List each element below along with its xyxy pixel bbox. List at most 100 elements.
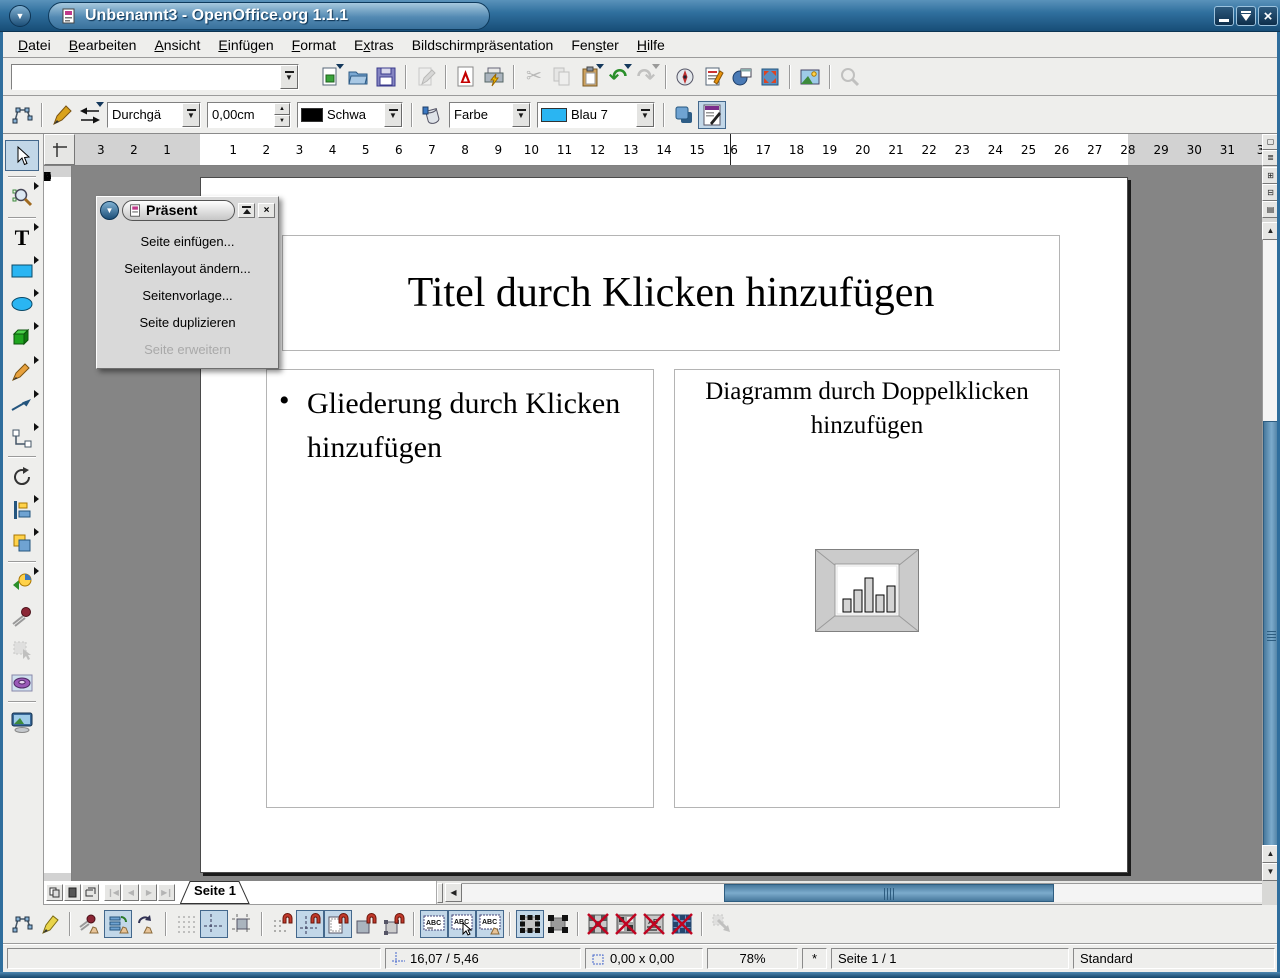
line-dialog-button[interactable] xyxy=(48,101,76,129)
modify-object-with-attributes-toggle[interactable] xyxy=(516,910,544,938)
page-mode-button[interactable] xyxy=(46,884,63,901)
line-color-dropdown[interactable]: ▼ xyxy=(384,103,402,127)
connector-tool[interactable] xyxy=(5,422,39,453)
diagram-placeholder[interactable]: Diagramm durch Doppelklicken hinzufügen xyxy=(674,369,1060,808)
print-button[interactable] xyxy=(480,63,508,91)
show-snap-lines-toggle[interactable] xyxy=(200,910,228,938)
rotation-mode-button[interactable] xyxy=(132,910,160,938)
glue-points-toggle[interactable] xyxy=(36,910,64,938)
horizontal-scrollbar-track[interactable] xyxy=(462,883,1266,902)
arrow-style-button[interactable] xyxy=(76,101,104,129)
palette-close-button[interactable]: × xyxy=(258,203,275,218)
horizontal-scrollbar-thumb[interactable] xyxy=(724,884,1054,902)
insert-tool[interactable] xyxy=(5,566,39,597)
menu-item[interactable]: Format xyxy=(283,34,345,56)
ellipse-tool[interactable] xyxy=(5,288,39,319)
picture-placeholder-toggle[interactable] xyxy=(584,910,612,938)
window-menu-button[interactable]: ▼ xyxy=(9,5,31,27)
menu-item[interactable]: Ansicht xyxy=(145,34,209,56)
zoom-window-button[interactable] xyxy=(756,63,784,91)
exit-all-groups-button[interactable] xyxy=(708,910,736,938)
area-dialog-button[interactable] xyxy=(418,101,446,129)
palette-rollup-button[interactable] xyxy=(238,203,255,218)
scroll-left-button[interactable]: ◀ xyxy=(445,883,462,902)
vertical-ruler[interactable]: 123456789101112131415161718192021 xyxy=(44,166,72,881)
contour-mode-toggle[interactable] xyxy=(612,910,640,938)
master-mode-button[interactable] xyxy=(64,884,81,901)
horizontal-ruler[interactable]: 321 123456789101112131415161718192021222… xyxy=(44,134,1262,166)
snap-to-page-margins-toggle[interactable] xyxy=(324,910,352,938)
zoom-tool[interactable] xyxy=(5,181,39,212)
tab-scrollbar-splitter[interactable] xyxy=(437,883,443,903)
outline-placeholder[interactable]: • Gliederung durch Klicken hinzufügen xyxy=(266,369,654,808)
title-placeholder[interactable]: Titel durch Klicken hinzufügen xyxy=(282,235,1060,351)
palette-item[interactable]: Seite einfügen... xyxy=(97,229,278,256)
copy-button[interactable] xyxy=(548,63,576,91)
palette-item[interactable]: Seite erweitern xyxy=(97,337,278,364)
simple-handles-toggle[interactable] xyxy=(544,910,572,938)
maximize-button[interactable] xyxy=(1236,6,1256,26)
double-click-edit-text-toggle[interactable]: ABC xyxy=(476,910,504,938)
last-page-button[interactable]: ▶❙ xyxy=(158,884,175,901)
next-page-button[interactable]: ▶ xyxy=(140,884,157,901)
3d-controller-tool[interactable] xyxy=(5,667,39,698)
chart-placeholder-icon[interactable] xyxy=(815,549,919,632)
save-button[interactable] xyxy=(372,63,400,91)
menu-item[interactable]: Datei xyxy=(9,34,60,56)
edit-file-button[interactable] xyxy=(412,63,440,91)
title-bar[interactable]: ▼ Unbenannt3 - OpenOffice.org 1.1.1 × xyxy=(0,0,1280,32)
rotate-tool[interactable] xyxy=(5,461,39,492)
text-tool[interactable]: T xyxy=(5,222,39,253)
area-color-dropdown[interactable]: ▼ xyxy=(636,103,654,127)
layer-mode-button[interactable] xyxy=(82,884,99,901)
3d-objects-tool[interactable] xyxy=(5,321,39,352)
slide-page[interactable]: Titel durch Klicken hinzufügen • Glieder… xyxy=(200,177,1128,873)
redo-button[interactable]: ↷ xyxy=(632,63,660,91)
first-page-button[interactable]: ❙◀ xyxy=(104,884,121,901)
menu-item[interactable]: Extras xyxy=(345,34,403,56)
zoom-button[interactable] xyxy=(836,63,864,91)
line-style-combobox[interactable]: Durchgä ▼ xyxy=(107,102,201,128)
menu-item[interactable]: Hilfe xyxy=(628,34,674,56)
effects-tool[interactable] xyxy=(5,600,39,631)
slide-tab[interactable]: Seite 1 xyxy=(180,881,250,904)
line-width-spinner[interactable]: 0,00cm ▲ ▼ xyxy=(207,102,291,128)
lines-arrows-tool[interactable] xyxy=(5,389,39,420)
menu-item[interactable]: Einfügen xyxy=(209,34,282,56)
line-style-dropdown[interactable]: ▼ xyxy=(182,103,200,127)
palette-item[interactable]: Seitenlayout ändern... xyxy=(97,256,278,283)
previous-page-button[interactable]: ◀ xyxy=(122,884,139,901)
shadow-button[interactable] xyxy=(670,101,698,129)
quick-edit-toggle[interactable]: ABC xyxy=(420,910,448,938)
line-contour-toggle[interactable] xyxy=(668,910,696,938)
area-style-dropdown[interactable]: ▼ xyxy=(512,103,530,127)
presentation-tool[interactable] xyxy=(5,706,39,737)
hyperlink-dialog-button[interactable] xyxy=(672,63,700,91)
open-button[interactable] xyxy=(344,63,372,91)
export-pdf-button[interactable] xyxy=(452,63,480,91)
palette-item[interactable]: Seite duplizieren xyxy=(97,310,278,337)
snap-to-grid-toggle[interactable] xyxy=(268,910,296,938)
new-document-button[interactable] xyxy=(316,63,344,91)
menu-item[interactable]: Bildschirmpräsentation xyxy=(403,34,563,56)
palette-item[interactable]: Seitenvorlage... xyxy=(97,283,278,310)
text-placeholder-toggle[interactable]: AB xyxy=(640,910,668,938)
area-color-combobox[interactable]: Blau 7 ▼ xyxy=(537,102,655,128)
close-button[interactable]: × xyxy=(1258,6,1278,26)
show-grid-toggle[interactable] xyxy=(172,910,200,938)
undo-button[interactable]: ↶ xyxy=(604,63,632,91)
stylist-button[interactable] xyxy=(700,63,728,91)
status-template-segment[interactable]: Standard xyxy=(1073,948,1275,969)
minimize-button[interactable] xyxy=(1214,6,1234,26)
gallery-button[interactable] xyxy=(796,63,824,91)
select-tool[interactable] xyxy=(5,140,39,171)
edit-points-toggle[interactable] xyxy=(8,910,36,938)
snap-to-object-border-toggle[interactable] xyxy=(352,910,380,938)
helplines-while-moving-toggle[interactable] xyxy=(228,910,256,938)
presentation-toolbox-toggle[interactable] xyxy=(698,101,726,129)
area-style-combobox[interactable]: Farbe ▼ xyxy=(449,102,531,128)
allow-effects-button[interactable] xyxy=(76,910,104,938)
select-text-area-only-toggle[interactable]: ABC xyxy=(448,910,476,938)
rectangle-tool[interactable] xyxy=(5,255,39,286)
menu-item[interactable]: Fenster xyxy=(562,34,627,56)
